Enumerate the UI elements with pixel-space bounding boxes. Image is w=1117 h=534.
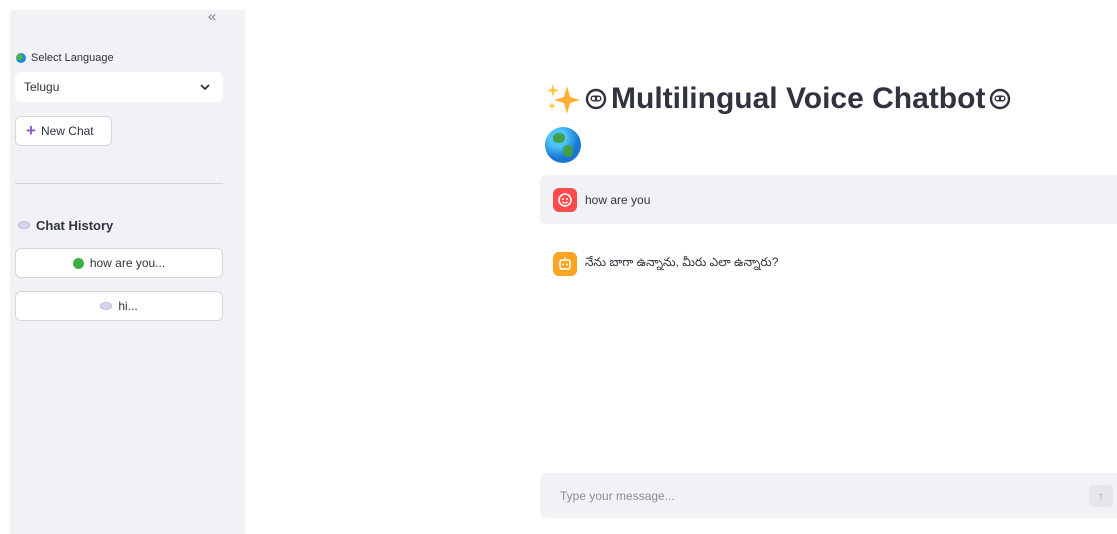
language-select-value: Telugu: [24, 80, 60, 94]
chat-input-bar: ↑: [540, 473, 1117, 518]
globe-icon: [545, 127, 581, 163]
history-item-label: hi...: [118, 299, 138, 313]
message-text: how are you: [585, 192, 651, 207]
chat-message-user: how are you: [540, 175, 1117, 224]
face-icon: [990, 88, 1011, 110]
language-select[interactable]: Telugu: [15, 72, 223, 102]
globe-icon: [16, 53, 26, 63]
chat-input[interactable]: [540, 473, 1080, 518]
collapse-sidebar-button[interactable]: «: [202, 9, 222, 26]
chevron-down-icon: [200, 84, 210, 90]
message-text: నేను బాగా ఉన్నాను, మీరు ఎలా ఉన్నారు?: [585, 255, 779, 269]
sparkles-icon: [547, 84, 580, 114]
history-item-0[interactable]: how are you...: [15, 248, 223, 278]
page-title: Multilingual Voice Chatbot: [545, 82, 1011, 116]
speech-bubble-icon: [18, 221, 30, 229]
speech-bubble-icon: [100, 301, 113, 310]
new-chat-button[interactable]: + New Chat: [15, 116, 112, 146]
arrow-up-icon: ↑: [1098, 489, 1104, 503]
send-button[interactable]: ↑: [1089, 485, 1113, 507]
face-icon: [585, 88, 607, 110]
new-chat-label: New Chat: [40, 124, 94, 138]
history-item-1[interactable]: hi...: [15, 291, 223, 321]
chat-history-heading: Chat History: [18, 218, 113, 233]
green-circle-icon: [72, 257, 84, 269]
history-item-label: how are you...: [89, 256, 166, 270]
page-title-text: Multilingual Voice Chatbot: [611, 82, 986, 115]
language-label-text: Select Language: [31, 52, 114, 64]
language-label: Select Language: [16, 52, 114, 64]
divider: [15, 183, 223, 184]
bot-icon: [553, 251, 577, 276]
plus-icon: +: [26, 121, 36, 140]
user-face-icon: [553, 187, 577, 212]
chat-message-assistant: నేను బాగా ఉన్నాను, మీరు ఎలా ఉన్నారు?: [540, 239, 1117, 288]
chat-history-title: Chat History: [36, 218, 114, 233]
sidebar: « Select Language Telugu + New Chat Chat…: [10, 9, 245, 534]
